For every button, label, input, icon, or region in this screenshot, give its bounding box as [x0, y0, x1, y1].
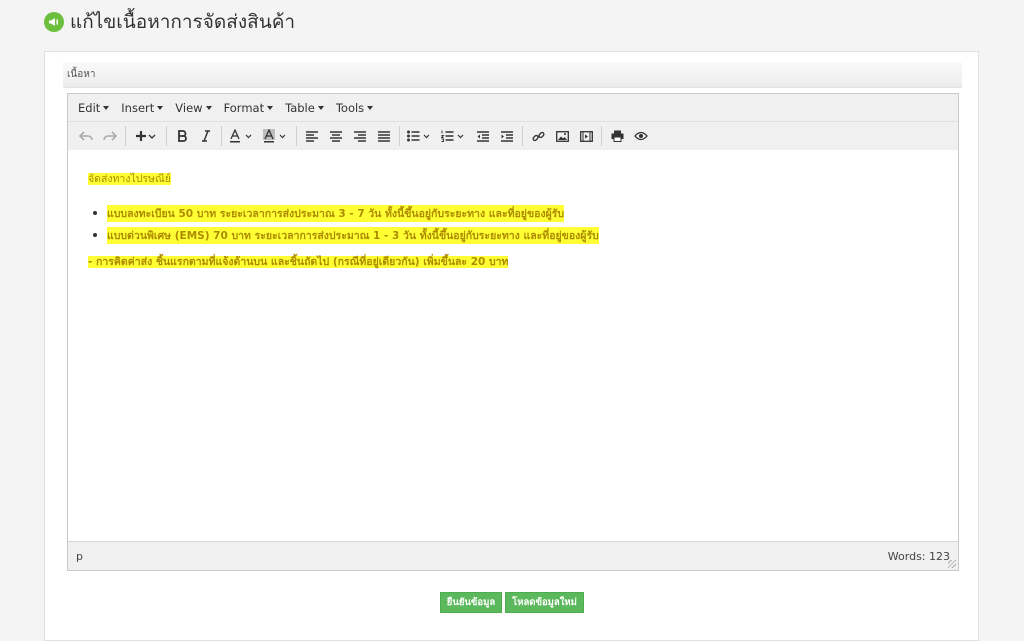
caret-down-icon	[157, 105, 164, 110]
toolbar-separator	[601, 126, 602, 146]
image-icon[interactable]	[550, 125, 574, 147]
text-color-icon[interactable]	[225, 125, 259, 147]
toolbar-separator	[221, 126, 222, 146]
reload-button[interactable]: โหลดข้อมูลใหม่	[505, 592, 584, 613]
rich-text-editor: Edit Insert View Format Table Tools จัดส…	[67, 93, 959, 571]
media-icon[interactable]	[574, 125, 598, 147]
page-title: แก้ไขเนื้อหาการจัดส่งสินค้า	[70, 11, 296, 33]
section-label: เนื้อหา	[63, 62, 962, 88]
indent-icon[interactable]	[495, 125, 519, 147]
page-header: แก้ไขเนื้อหาการจัดส่งสินค้า	[44, 8, 295, 36]
bullet-dot	[93, 211, 97, 215]
background-color-icon[interactable]	[259, 125, 293, 147]
menu-edit[interactable]: Edit	[72, 101, 115, 115]
align-left-icon[interactable]	[300, 125, 324, 147]
insert-plus-icon[interactable]	[129, 125, 163, 147]
editor-content-area[interactable]: จัดส่งทางไปรษณีย์ แบบลงทะเบียน 50 บาท ระ…	[68, 150, 958, 543]
toolbar-separator	[296, 126, 297, 146]
word-count: Words: 123	[887, 550, 950, 563]
content-panel: เนื้อหา Edit Insert View Format Table To…	[44, 51, 979, 641]
menu-insert[interactable]: Insert	[115, 101, 169, 115]
numbered-list-icon[interactable]	[437, 125, 471, 147]
preview-eye-icon[interactable]	[629, 125, 653, 147]
caret-down-icon	[205, 105, 212, 110]
redo-icon[interactable]	[98, 125, 122, 147]
megaphone-icon	[44, 12, 64, 32]
confirm-button[interactable]: ยืนยันข้อมูล	[440, 592, 502, 613]
menu-table[interactable]: Table	[279, 101, 330, 115]
toolbar-separator	[125, 126, 126, 146]
menu-tools[interactable]: Tools	[330, 101, 379, 115]
undo-icon[interactable]	[74, 125, 98, 147]
italic-icon[interactable]	[194, 125, 218, 147]
shipping-note: - การคิดค่าส่ง ชิ้นแรกตามที่แจ้งด้านบน แ…	[88, 256, 509, 268]
menu-format[interactable]: Format	[218, 101, 280, 115]
print-icon[interactable]	[605, 125, 629, 147]
caret-down-icon	[103, 105, 110, 110]
editor-menubar: Edit Insert View Format Table Tools	[68, 94, 958, 122]
content-heading: จัดส่งทางไปรษณีย์	[88, 173, 171, 185]
caret-down-icon	[267, 105, 274, 110]
bullet-dot	[93, 233, 97, 237]
list-item: แบบลงทะเบียน 50 บาท ระยะเวลาการส่งประมาณ…	[93, 202, 599, 224]
caret-down-icon	[317, 105, 324, 110]
align-center-icon[interactable]	[324, 125, 348, 147]
editor-toolbar	[68, 122, 958, 151]
align-right-icon[interactable]	[348, 125, 372, 147]
align-justify-icon[interactable]	[372, 125, 396, 147]
bullet-text: แบบลงทะเบียน 50 บาท ระยะเวลาการส่งประมาณ…	[107, 204, 565, 222]
bullet-text: แบบด่วนพิเศษ (EMS) 70 บาท ระยะเวลาการส่ง…	[107, 226, 599, 244]
bullet-list: แบบลงทะเบียน 50 บาท ระยะเวลาการส่งประมาณ…	[93, 202, 599, 246]
bold-icon[interactable]	[170, 125, 194, 147]
toolbar-separator	[166, 126, 167, 146]
toolbar-separator	[399, 126, 400, 146]
link-icon[interactable]	[526, 125, 550, 147]
bullet-list-icon[interactable]	[403, 125, 437, 147]
menu-view[interactable]: View	[169, 101, 217, 115]
toolbar-separator	[522, 126, 523, 146]
element-path[interactable]: p	[76, 550, 83, 563]
list-item: แบบด่วนพิเศษ (EMS) 70 บาท ระยะเวลาการส่ง…	[93, 224, 599, 246]
caret-down-icon	[367, 105, 374, 110]
resize-handle-icon[interactable]	[948, 560, 956, 568]
editor-statusbar: p Words: 123	[68, 541, 958, 570]
outdent-icon[interactable]	[471, 125, 495, 147]
